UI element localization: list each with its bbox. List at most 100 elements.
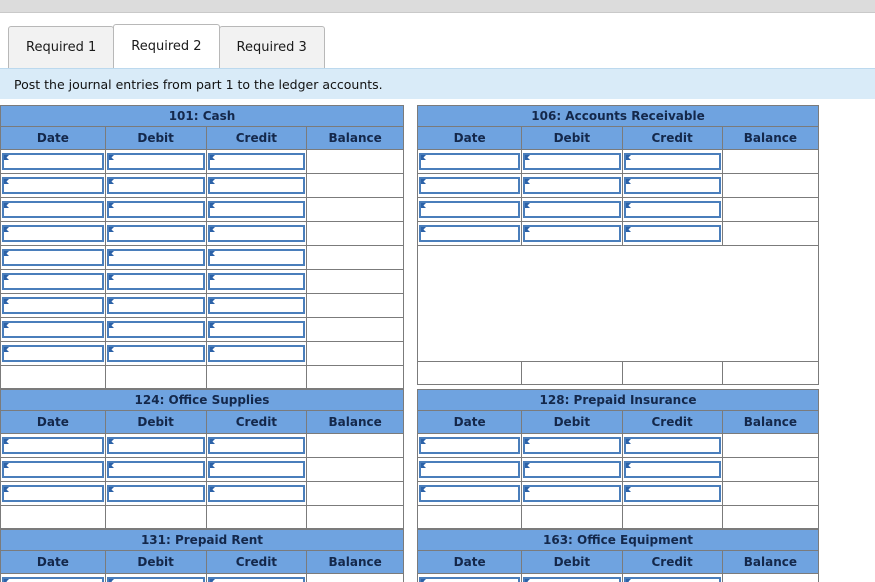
input-credit-row-7[interactable]: [207, 297, 306, 314]
input-credit-row-1[interactable]: [623, 437, 721, 454]
input-date-row-2[interactable]: [419, 461, 521, 478]
input-date-row-3[interactable]: [2, 485, 104, 502]
cell-debit[interactable]: [104, 245, 207, 270]
cell-credit[interactable]: [621, 457, 723, 482]
input-date-row-2[interactable]: [419, 177, 521, 194]
cell-date[interactable]: [416, 481, 523, 506]
input-debit-row-4[interactable]: [106, 225, 205, 242]
cell-date[interactable]: [0, 293, 106, 318]
input-credit-row-3[interactable]: [207, 201, 306, 218]
tab-required-3[interactable]: Required 3: [218, 26, 325, 68]
input-credit-row-3[interactable]: [623, 485, 721, 502]
input-debit-row-1[interactable]: [106, 153, 205, 170]
cell-date[interactable]: [416, 573, 523, 582]
input-debit-row-3[interactable]: [523, 485, 621, 502]
cell-debit[interactable]: [104, 293, 207, 318]
input-debit-row-1[interactable]: [106, 437, 205, 454]
input-credit-row-4[interactable]: [623, 225, 721, 242]
cell-credit[interactable]: [621, 149, 723, 174]
cell-credit[interactable]: [205, 197, 308, 222]
cell-date[interactable]: [416, 221, 523, 246]
cell-credit[interactable]: [621, 173, 723, 198]
cell-date[interactable]: [0, 221, 106, 246]
input-debit-row-3[interactable]: [106, 201, 205, 218]
input-date-row-9[interactable]: [2, 345, 104, 362]
cell-date[interactable]: [0, 245, 106, 270]
input-credit-row-2[interactable]: [623, 177, 721, 194]
input-date-row-4[interactable]: [2, 225, 104, 242]
input-credit-row-1[interactable]: [623, 153, 721, 170]
cell-credit[interactable]: [621, 197, 723, 222]
input-debit-row-1[interactable]: [523, 437, 621, 454]
cell-date[interactable]: [0, 433, 106, 458]
cell-debit[interactable]: [521, 197, 623, 222]
input-debit-row-7[interactable]: [106, 297, 205, 314]
input-date-row-1[interactable]: [2, 437, 104, 454]
cell-date[interactable]: [416, 149, 523, 174]
cell-credit[interactable]: [205, 573, 308, 582]
cell-credit[interactable]: [621, 221, 723, 246]
cell-date[interactable]: [416, 457, 523, 482]
input-debit-row-2[interactable]: [523, 177, 621, 194]
cell-debit[interactable]: [104, 481, 207, 506]
cell-debit[interactable]: [104, 457, 207, 482]
cell-credit[interactable]: [205, 433, 308, 458]
input-debit-row-5[interactable]: [106, 249, 205, 266]
cell-debit[interactable]: [521, 221, 623, 246]
cell-credit[interactable]: [205, 173, 308, 198]
cell-debit[interactable]: [521, 573, 623, 582]
cell-date[interactable]: [416, 173, 523, 198]
cell-date[interactable]: [0, 573, 106, 582]
cell-credit[interactable]: [205, 221, 308, 246]
input-debit-row-2[interactable]: [106, 461, 205, 478]
input-debit-row-3[interactable]: [106, 485, 205, 502]
cell-credit[interactable]: [205, 149, 308, 174]
input-date-row-1[interactable]: [2, 577, 104, 582]
input-credit-row-2[interactable]: [623, 461, 721, 478]
input-date-row-2[interactable]: [2, 177, 104, 194]
cell-debit[interactable]: [521, 457, 623, 482]
input-debit-row-6[interactable]: [106, 273, 205, 290]
tab-required-2[interactable]: Required 2: [113, 24, 220, 68]
cell-debit[interactable]: [104, 433, 207, 458]
input-date-row-1[interactable]: [419, 577, 521, 582]
cell-date[interactable]: [0, 341, 106, 366]
input-date-row-3[interactable]: [419, 485, 521, 502]
cell-date[interactable]: [0, 481, 106, 506]
cell-credit[interactable]: [621, 433, 723, 458]
cell-date[interactable]: [416, 433, 523, 458]
input-debit-row-3[interactable]: [523, 201, 621, 218]
input-debit-row-9[interactable]: [106, 345, 205, 362]
input-credit-row-1[interactable]: [207, 153, 306, 170]
input-debit-row-1[interactable]: [523, 577, 621, 582]
input-date-row-8[interactable]: [2, 321, 104, 338]
input-credit-row-8[interactable]: [207, 321, 306, 338]
input-debit-row-2[interactable]: [106, 177, 205, 194]
cell-date[interactable]: [0, 173, 106, 198]
input-date-row-6[interactable]: [2, 273, 104, 290]
input-credit-row-1[interactable]: [207, 437, 306, 454]
cell-credit[interactable]: [621, 573, 723, 582]
cell-date[interactable]: [0, 457, 106, 482]
cell-date[interactable]: [0, 317, 106, 342]
input-date-row-1[interactable]: [419, 153, 521, 170]
input-date-row-3[interactable]: [419, 201, 521, 218]
input-date-row-3[interactable]: [2, 201, 104, 218]
input-date-row-5[interactable]: [2, 249, 104, 266]
input-credit-row-3[interactable]: [207, 485, 306, 502]
input-credit-row-2[interactable]: [207, 177, 306, 194]
input-date-row-2[interactable]: [2, 461, 104, 478]
cell-date[interactable]: [416, 197, 523, 222]
input-credit-row-6[interactable]: [207, 273, 306, 290]
input-date-row-7[interactable]: [2, 297, 104, 314]
cell-debit[interactable]: [104, 573, 207, 582]
cell-credit[interactable]: [205, 481, 308, 506]
input-credit-row-2[interactable]: [207, 461, 306, 478]
cell-debit[interactable]: [104, 341, 207, 366]
cell-debit[interactable]: [104, 173, 207, 198]
input-debit-row-2[interactable]: [523, 461, 621, 478]
input-date-row-1[interactable]: [419, 437, 521, 454]
tab-required-1[interactable]: Required 1: [8, 26, 115, 68]
input-date-row-1[interactable]: [2, 153, 104, 170]
input-debit-row-1[interactable]: [106, 577, 205, 582]
